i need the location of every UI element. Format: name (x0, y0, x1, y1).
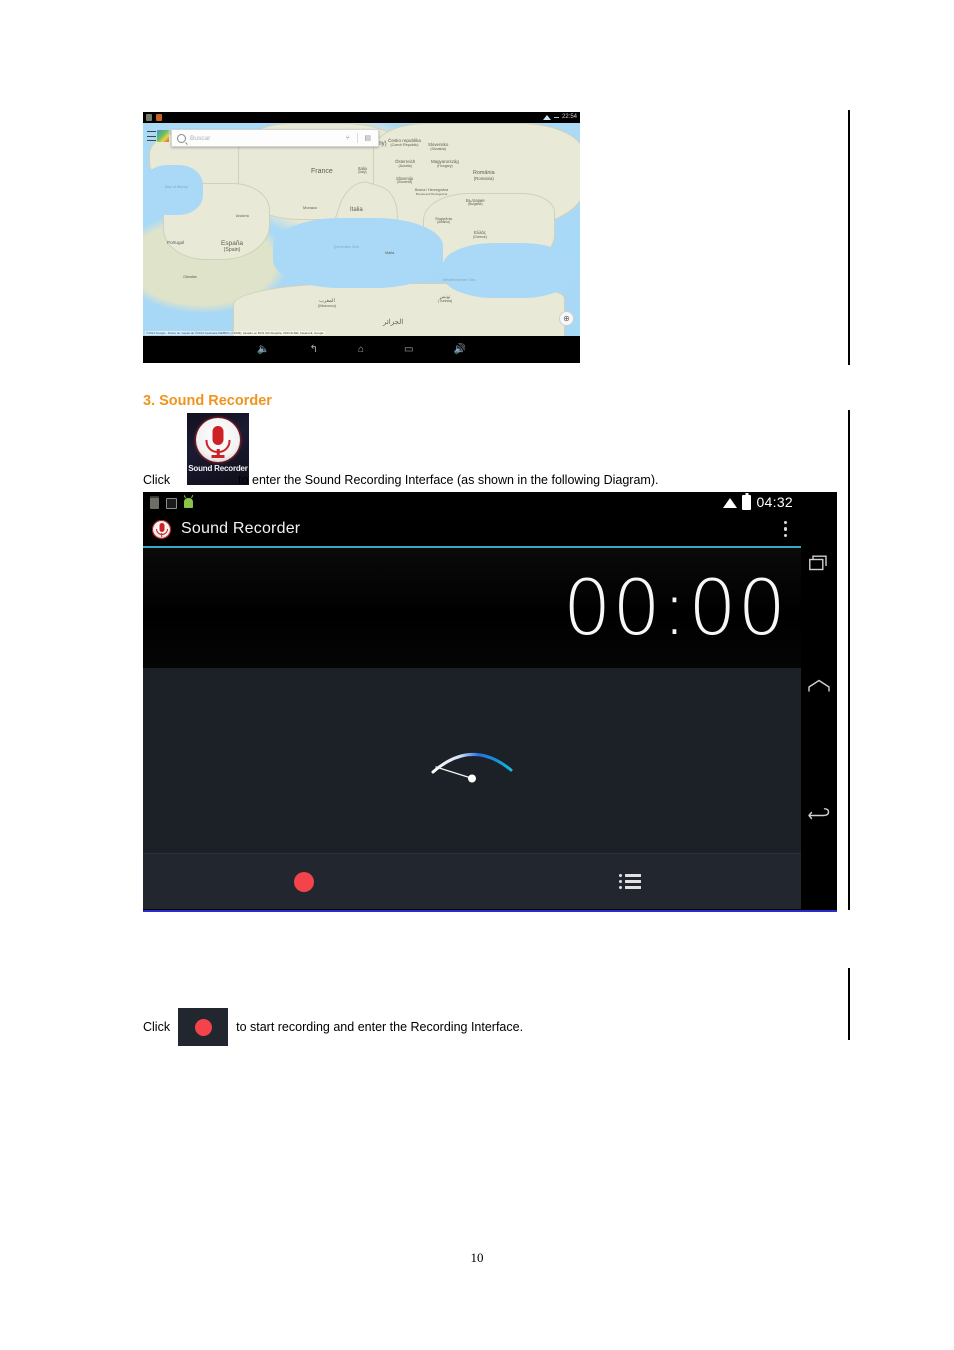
click-word: Click (143, 473, 171, 487)
map-search-tools: ⑂ ▤ (346, 133, 378, 143)
app-title: Sound Recorder (181, 520, 301, 537)
page-number: 10 (470, 1250, 484, 1265)
map-label: France (311, 168, 333, 175)
volume-down-icon[interactable]: 🔈 (257, 344, 269, 355)
map-label: România (Romania) (473, 170, 495, 181)
sea-region (443, 243, 573, 298)
recorder-controls-bar (143, 853, 801, 909)
level-meter-pane (143, 669, 801, 853)
map-label: Magyarország (Hungary) (431, 159, 459, 168)
instruction-line-1: Click to enter the Sound Recording Inter… (143, 473, 658, 487)
screenshot-icon (166, 497, 177, 509)
sd-card-icon (146, 114, 152, 121)
layers-icon[interactable]: ▤ (364, 134, 371, 142)
maps-screenshot-figure: (Germany) België Belgium Česko republika… (143, 112, 580, 363)
divider (356, 133, 358, 143)
vu-meter-svg (431, 753, 513, 783)
map-clock: 22:54 (561, 114, 577, 120)
map-label: المغرب (Morocco) (318, 298, 337, 309)
page-title: 3. Sound Recorder (143, 393, 272, 409)
map-label-sea: Bay of Biscay (165, 185, 189, 189)
map-status-right: 22:54 (542, 113, 577, 122)
vu-meter-gauge (427, 736, 517, 786)
status-bar-right: 04:32 (723, 494, 793, 510)
recordings-list-icon[interactable] (619, 873, 641, 890)
battery-icon (742, 494, 752, 510)
overflow-menu-icon[interactable] (783, 520, 787, 538)
recents-icon[interactable]: ▭ (404, 344, 413, 355)
back-icon[interactable]: ↰ (310, 344, 318, 355)
map-label: Slovensko (Slovakia) (428, 142, 449, 151)
home-icon[interactable]: ⌂ (358, 344, 364, 355)
map-notification-icons (146, 114, 162, 121)
revision-change-bar (848, 410, 850, 910)
recording-timer: 00:00 (562, 563, 787, 652)
map-label: الجزائر (383, 319, 404, 326)
device-screen: 04:32 Sound Recorder 00:00 (143, 492, 801, 910)
microphone-icon (196, 418, 240, 462)
map-label: España (Spain) (221, 240, 244, 253)
map-status-bar: 22:54 (143, 112, 580, 123)
sound-recorder-screenshot-figure: 04:32 Sound Recorder 00:00 (143, 492, 837, 912)
map-canvas: (Germany) België Belgium Česko republika… (143, 123, 580, 345)
instruction-text: to start recording and enter the Recordi… (236, 1020, 524, 1034)
map-label: Italia (350, 207, 363, 213)
app-icon-label: Sound Recorder (188, 464, 248, 473)
hamburger-menu-icon[interactable] (147, 131, 156, 141)
directions-icon[interactable]: ⑂ (346, 135, 350, 142)
record-button[interactable] (294, 871, 314, 892)
map-label: Malta (385, 251, 395, 255)
map-label: تونس (Tunisia) (438, 294, 453, 303)
instruction-line-2: Click to start recording and enter the R… (143, 1008, 523, 1046)
android-icon (184, 497, 193, 508)
timer-pane: 00:00 (143, 548, 801, 669)
search-icon (177, 133, 186, 143)
google-maps-icon[interactable] (157, 130, 169, 142)
record-button-illustration[interactable] (178, 1008, 229, 1046)
map-label: България (Bulgaria) (466, 198, 485, 207)
record-button-icon (194, 1018, 212, 1036)
recents-icon[interactable] (801, 545, 837, 581)
map-label-sea: Tyrrhenian Sea (333, 245, 359, 249)
usb-icon (150, 496, 159, 509)
map-label-sea: Mediterranean Sea (443, 278, 476, 282)
battery-icon (553, 117, 559, 118)
status-bar-clock: 04:32 (756, 494, 793, 510)
map-label: Shqipëria (Albania) (435, 216, 452, 225)
map-label: Česko republika (Czech Republic) (388, 138, 421, 147)
wifi-icon (723, 498, 738, 508)
wifi-icon (542, 115, 551, 120)
android-status-bar: 04:32 (143, 492, 801, 512)
revision-change-bar (848, 110, 850, 365)
sea-region (143, 165, 203, 215)
map-label: Slovenija (Slovenia) (396, 176, 413, 185)
click-word: Click (143, 1020, 171, 1034)
android-nav-bar (801, 492, 837, 910)
revision-change-bar (848, 968, 850, 1040)
map-label: Andorra (236, 214, 249, 218)
notification-icons (150, 496, 193, 509)
my-location-icon[interactable]: ⊕ (559, 311, 574, 326)
map-device-nav-bar: 🔈 ↰ ⌂ ▭ 🔊 (143, 336, 580, 363)
microphone-icon (152, 519, 171, 539)
map-search-bar[interactable]: Buscar ⑂ ▤ (171, 129, 379, 147)
search-input[interactable]: Buscar (190, 135, 210, 142)
map-label: Italia (Italy) (358, 166, 367, 175)
back-icon[interactable] (801, 797, 837, 833)
instruction-text: to enter the Sound Recording Interface (… (238, 473, 659, 487)
sea-region (273, 218, 443, 288)
map-label: Bosna i Hercegovina Bosnia and Herzegovi… (415, 188, 449, 196)
map-label: Ελλάς (Greece) (473, 230, 487, 239)
volume-up-icon[interactable]: 🔊 (453, 344, 465, 355)
map-label: Gibraltar (183, 275, 197, 279)
screenshot-icon (156, 114, 162, 121)
map-attribution: ©2014 Google - Datos de mapas de ©2014 G… (145, 331, 325, 335)
app-bar: Sound Recorder (143, 512, 801, 548)
map-label: Österreich (Austria) (395, 159, 416, 168)
map-label: Monaco (303, 205, 318, 210)
map-label: Portugal (167, 240, 185, 245)
home-icon[interactable] (801, 668, 837, 704)
